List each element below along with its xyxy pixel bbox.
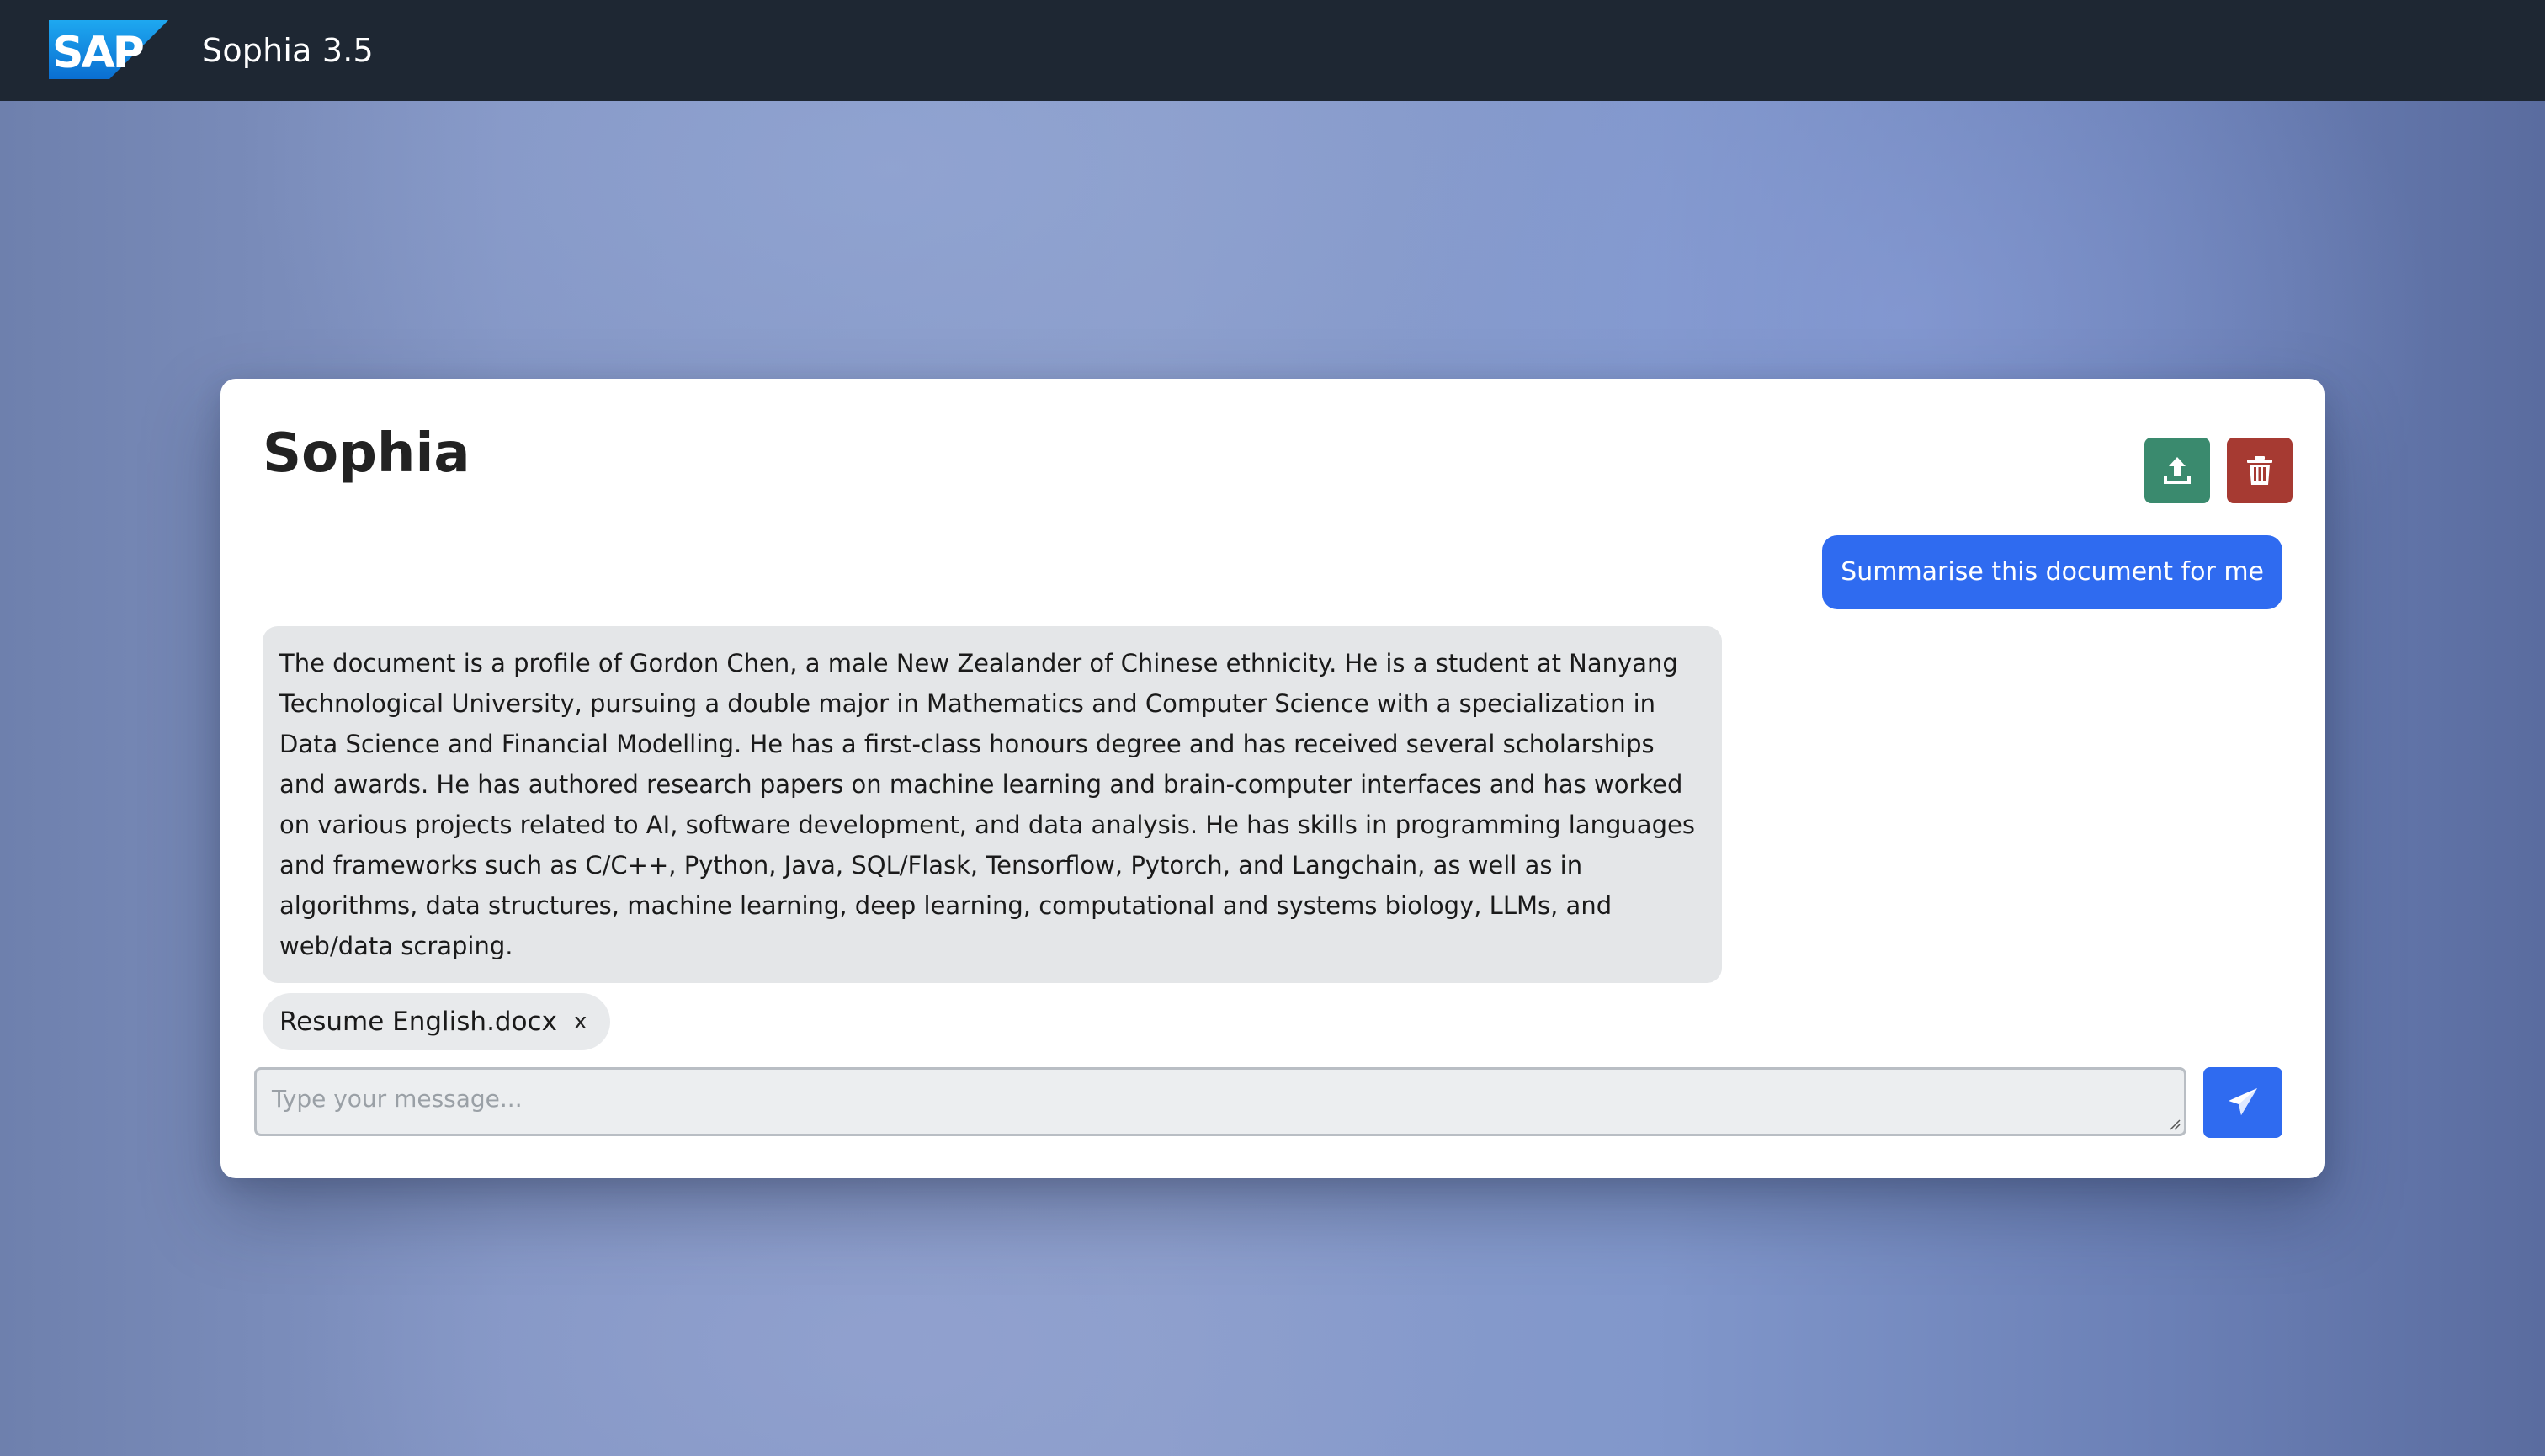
upload-button[interactable] [2144,438,2210,503]
svg-text:SAP: SAP [52,28,143,78]
send-button[interactable] [2203,1067,2282,1138]
app-title: Sophia 3.5 [202,32,374,69]
delete-button[interactable] [2227,438,2293,503]
remove-attachment-button[interactable]: x [574,1009,587,1034]
chat-title: Sophia [263,422,470,485]
chat-panel: Sophia Summarise this document for me Th… [220,379,2325,1178]
resize-grip-icon[interactable] [2167,1117,2181,1130]
assistant-message-bubble: The document is a profile of Gordon Chen… [263,626,1722,983]
paper-plane-icon [2229,1088,2257,1115]
top-navigation-bar: SAP Sophia 3.5 [0,0,2545,101]
attachment-chip: Resume English.docx x [263,993,611,1050]
user-message-bubble: Summarise this document for me [1822,535,2282,609]
trash-icon [2247,456,2272,485]
message-input-container [254,1067,2186,1136]
upload-icon [2164,457,2191,484]
sap-logo: SAP [49,20,168,79]
message-input[interactable] [257,1070,2184,1134]
attachment-filename: Resume English.docx [279,1007,557,1037]
